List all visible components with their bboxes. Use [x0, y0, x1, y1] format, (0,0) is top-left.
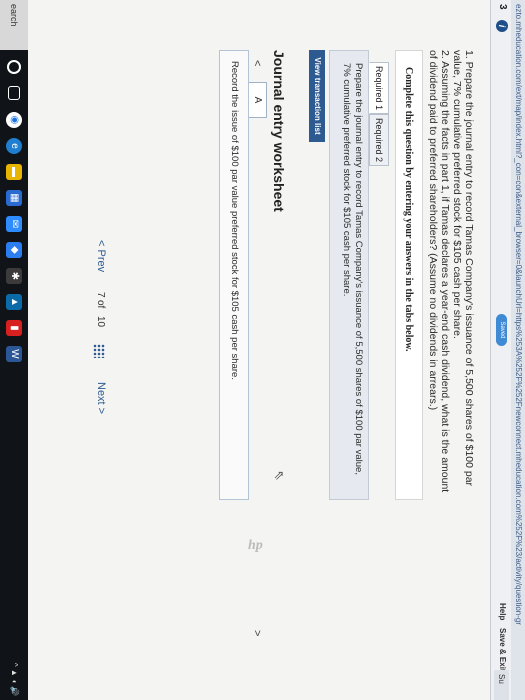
- task-view-icon[interactable]: [8, 86, 20, 100]
- folder-icon[interactable]: ▬: [6, 164, 22, 180]
- worksheet-prev-arrow[interactable]: <: [251, 60, 263, 66]
- edge-icon[interactable]: e: [6, 138, 22, 154]
- required-prompt: Prepare the journal entry to record Tama…: [341, 63, 364, 475]
- mail-icon[interactable]: ✉: [6, 216, 22, 232]
- chrome-icon[interactable]: ◉: [6, 112, 22, 128]
- grid-icon[interactable]: [93, 344, 105, 358]
- question-text: 1. Prepare the journal entry to record T…: [427, 50, 475, 500]
- app-icon[interactable]: ◆: [6, 242, 22, 258]
- question-pager: < Prev 7 of 10 Next >: [89, 240, 107, 700]
- page-of-label: of: [95, 300, 106, 309]
- page-total: 10: [95, 316, 106, 328]
- store-icon[interactable]: ▦: [6, 190, 22, 206]
- saved-badge: Saved: [496, 314, 507, 346]
- required-panel: Prepare the journal entry to record Tama…: [329, 50, 369, 500]
- question-part-1: 1. Prepare the journal entry to record T…: [451, 50, 475, 487]
- help-link[interactable]: Help: [498, 603, 507, 620]
- app-header: 3 i Saved Help Save & Exit Su: [490, 0, 511, 700]
- settings-icon[interactable]: ✱: [6, 268, 22, 284]
- save-exit-link[interactable]: Save & Exit: [498, 628, 507, 672]
- worksheet-next-arrow[interactable]: >: [251, 630, 263, 636]
- submit-button[interactable]: Su: [494, 670, 509, 700]
- address-bar[interactable]: ezto.mheducation.com/ext/map/index.html?…: [511, 0, 525, 700]
- instructions-banner: Complete this question by entering your …: [395, 50, 423, 500]
- monitor-screen: ezto.mheducation.com/ext/map/index.html?…: [0, 0, 525, 700]
- tab-required-2[interactable]: Required 2: [369, 114, 389, 166]
- page-current: 7: [95, 292, 106, 298]
- media-icon[interactable]: ▮: [6, 320, 22, 336]
- next-button[interactable]: Next >: [95, 382, 107, 414]
- cursor-icon: ⇖: [272, 470, 287, 481]
- photos-icon[interactable]: ▲: [6, 294, 22, 310]
- info-icon[interactable]: i: [496, 20, 508, 32]
- taskbar: earch ◉ e ▬ ▦ ✉ ◆ ✱ ▲ ▮ W ^ ▲ ◖ 🔊: [0, 0, 28, 700]
- cortana-icon[interactable]: [7, 60, 21, 74]
- view-transaction-list-button[interactable]: View transaction list: [309, 50, 325, 142]
- word-icon[interactable]: W: [6, 346, 22, 362]
- question-part-2: 2. Assuming the facts in part 1, if Tama…: [427, 50, 451, 493]
- prev-button[interactable]: < Prev: [95, 240, 107, 272]
- worksheet-tab-a[interactable]: A: [249, 82, 267, 118]
- worksheet-title: Journal entry worksheet: [271, 50, 287, 212]
- system-tray[interactable]: ^ ▲ ◖ 🔊: [8, 612, 20, 696]
- tab-required-1[interactable]: Required 1: [369, 62, 389, 114]
- worksheet-entry-area: Record the issue of $100 par value prefe…: [219, 50, 249, 500]
- question-number: 3: [497, 4, 508, 10]
- worksheet-entry-text: Record the issue of $100 par value prefe…: [229, 61, 240, 380]
- taskbar-search[interactable]: earch: [0, 0, 28, 50]
- hp-logo: hp: [248, 538, 263, 553]
- required-tabs: Required 1 Required 2: [369, 50, 389, 500]
